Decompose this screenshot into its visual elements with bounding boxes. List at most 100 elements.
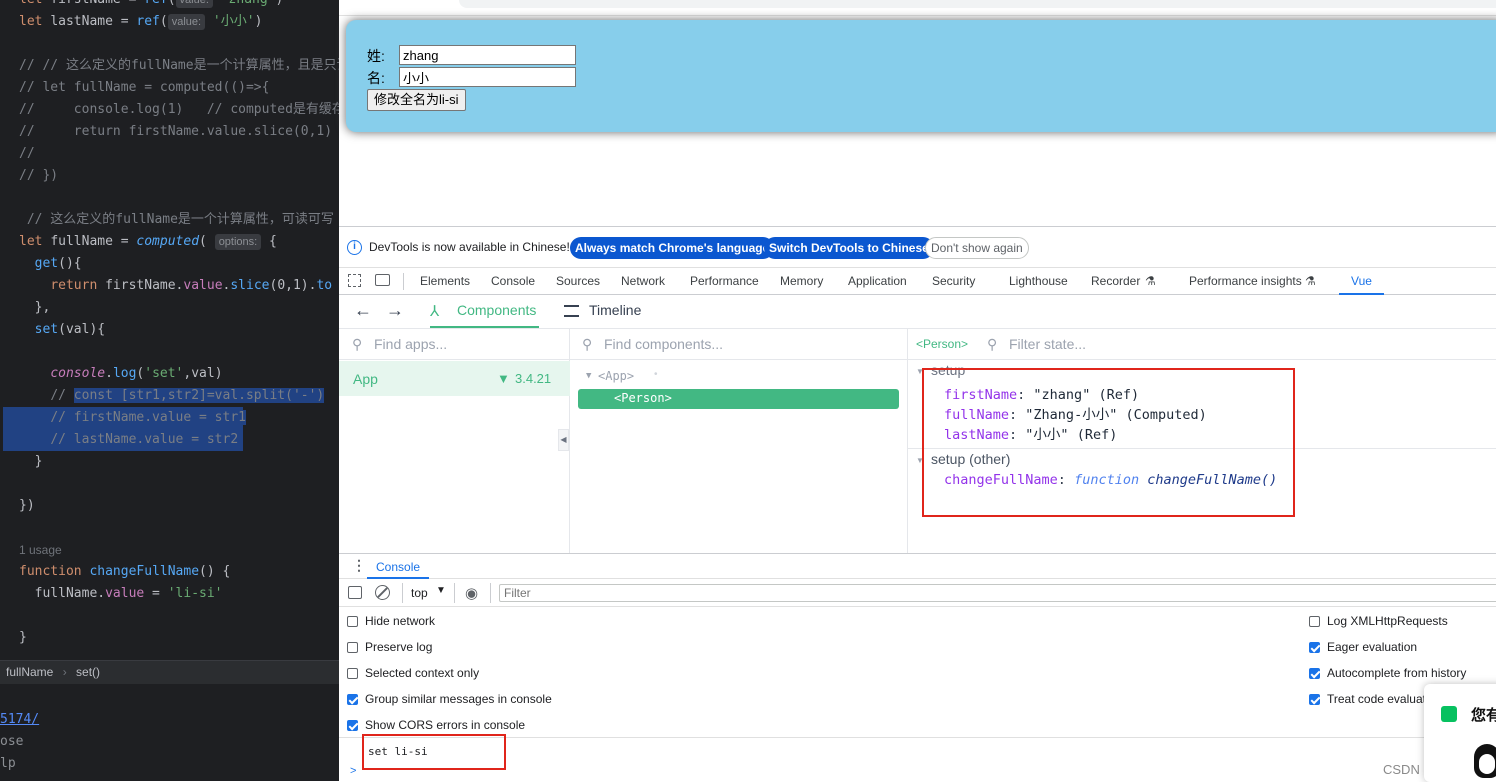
apps-search[interactable]: ⚲ Find apps... bbox=[339, 329, 569, 360]
code-token: let bbox=[19, 234, 51, 249]
tab-vue[interactable]: Vue bbox=[1339, 268, 1384, 295]
code-token: '小小' bbox=[205, 14, 255, 29]
components-tab-underline bbox=[430, 326, 539, 328]
match-language-button[interactable]: Always match Chrome's language bbox=[570, 237, 775, 259]
collapse-triangle-icon[interactable]: ▼ bbox=[586, 371, 591, 381]
tree-node-app[interactable]: <App> bbox=[598, 369, 634, 383]
code-line: // 这么定义的fullName是一个计算属性，可读可写 bbox=[19, 209, 334, 231]
tab-application[interactable]: Application bbox=[848, 268, 907, 295]
checkbox[interactable] bbox=[347, 642, 358, 653]
components-search[interactable]: ⚲ Find components... bbox=[570, 329, 907, 360]
last-name-input[interactable] bbox=[399, 45, 576, 65]
code-token: // }) bbox=[19, 168, 59, 183]
chat-popup[interactable]: 您有 bbox=[1424, 684, 1496, 782]
dont-show-again-button[interactable]: Don't show again bbox=[925, 237, 1029, 259]
tab-timeline[interactable]: Timeline bbox=[589, 302, 641, 318]
code-token bbox=[19, 410, 51, 425]
code-token: . bbox=[105, 366, 113, 381]
inspect-element-icon[interactable] bbox=[348, 274, 361, 287]
code-token: // bbox=[19, 146, 35, 161]
tab-recorder[interactable]: Recorder bbox=[1091, 268, 1140, 295]
breadcrumb-item-set[interactable]: set() bbox=[76, 665, 100, 679]
search-icon: ⚲ bbox=[987, 336, 998, 352]
code-line: } bbox=[19, 627, 27, 649]
forward-arrow-icon[interactable]: → bbox=[386, 300, 404, 321]
tab-security[interactable]: Security bbox=[932, 268, 975, 295]
tree-node-person-selected[interactable]: <Person> bbox=[578, 389, 899, 409]
find-apps-placeholder: Find apps... bbox=[374, 336, 448, 352]
info-icon: i bbox=[347, 240, 362, 255]
code-token: (0,1). bbox=[269, 278, 317, 293]
code-token: fullName. bbox=[19, 586, 106, 601]
console-filter-input[interactable] bbox=[499, 584, 1496, 602]
checkbox[interactable] bbox=[347, 616, 358, 627]
code-token: firstName = bbox=[50, 0, 144, 7]
tab-sources[interactable]: Sources bbox=[556, 268, 600, 295]
filter-state-placeholder: Filter state... bbox=[1009, 336, 1087, 352]
checkbox[interactable] bbox=[1309, 668, 1320, 679]
selected-component-name: <Person> bbox=[916, 337, 969, 351]
tab-components[interactable]: Components bbox=[457, 302, 536, 318]
tab-performance-insights[interactable]: Performance insights bbox=[1189, 268, 1302, 295]
change-fullname-button[interactable]: 修改全名为li-si bbox=[367, 89, 466, 111]
more-options-icon[interactable]: ⋮ bbox=[352, 557, 366, 574]
code-token: // 这么定义的fullName是一个计算属性，可读可写 bbox=[19, 212, 334, 227]
tab-memory[interactable]: Memory bbox=[780, 268, 823, 295]
code-line: } bbox=[19, 451, 43, 473]
code-line: // const [str1,str2]=val.split('-') bbox=[3, 385, 325, 407]
browser-top-strip bbox=[339, 0, 1496, 16]
timeline-icon bbox=[564, 305, 579, 317]
checkbox[interactable] bbox=[347, 668, 358, 679]
toolbar-divider bbox=[490, 583, 491, 603]
code-token: log bbox=[112, 366, 137, 381]
tab-performance[interactable]: Performance bbox=[690, 268, 759, 295]
drawer-tab-console[interactable]: Console bbox=[367, 554, 430, 579]
checkbox[interactable] bbox=[1309, 616, 1320, 627]
eye-icon[interactable]: ◉ bbox=[465, 584, 478, 602]
first-name-input[interactable] bbox=[399, 67, 576, 87]
collapse-pane-icon[interactable]: ◀ bbox=[558, 429, 569, 451]
code-token: fullName = bbox=[50, 234, 137, 249]
device-toolbar-icon[interactable] bbox=[375, 274, 390, 286]
code-editor-panel: let firstName = ref(value: 'zhang')let l… bbox=[0, 0, 339, 781]
switch-to-chinese-button[interactable]: Switch DevTools to Chinese bbox=[764, 237, 934, 259]
code-line: console.log('set',val) bbox=[19, 363, 222, 385]
code-area[interactable]: let firstName = ref(value: 'zhang')let l… bbox=[0, 0, 339, 660]
editor-breadcrumb: fullName › set() bbox=[0, 660, 339, 684]
state-search[interactable]: <Person> ⚲ Filter state... bbox=[908, 329, 1496, 360]
flask-icon: ⚗ bbox=[1145, 274, 1156, 288]
console-prompt-icon[interactable]: > bbox=[350, 765, 356, 777]
checkbox[interactable] bbox=[347, 694, 358, 705]
checkbox[interactable] bbox=[1309, 694, 1320, 705]
code-line: return firstName.value.slice(0,1).to bbox=[19, 275, 332, 297]
breadcrumb-item-fullname[interactable]: fullName bbox=[6, 665, 53, 679]
app-list-item[interactable]: App ▼ 3.4.21 bbox=[339, 361, 570, 396]
app-name: App bbox=[353, 371, 378, 387]
checkbox[interactable] bbox=[1309, 642, 1320, 653]
tab-elements[interactable]: Elements bbox=[420, 268, 470, 295]
back-arrow-icon[interactable]: ← bbox=[354, 300, 372, 321]
tab-console[interactable]: Console bbox=[491, 268, 535, 295]
chevron-down-icon[interactable]: ▼ bbox=[436, 585, 446, 596]
terminal-line: ose bbox=[0, 734, 24, 749]
code-token: ref bbox=[144, 0, 167, 7]
code-token: const [str1,str2]=val.split('-') bbox=[73, 388, 325, 403]
clear-console-icon[interactable] bbox=[375, 585, 390, 600]
code-token: computed bbox=[136, 234, 200, 249]
code-line: let fullName = computed( options: { bbox=[19, 231, 277, 253]
context-selector[interactable]: top bbox=[411, 586, 428, 600]
terminal-link[interactable]: 5174/ bbox=[0, 712, 39, 727]
checkbox[interactable] bbox=[347, 720, 358, 731]
code-token: } bbox=[19, 630, 27, 645]
code-token: // lastName.value = str2 bbox=[50, 432, 239, 447]
code-token: ) bbox=[254, 14, 263, 29]
tab-lighthouse[interactable]: Lighthouse bbox=[1009, 268, 1068, 295]
checkbox-label: Autocomplete from history bbox=[1327, 666, 1467, 680]
checkbox-label: Log XMLHttpRequests bbox=[1327, 614, 1448, 628]
sidebar-toggle-icon[interactable] bbox=[348, 586, 362, 599]
tab-network[interactable]: Network bbox=[621, 268, 665, 295]
devtools-panel: i DevTools is now available in Chinese! … bbox=[339, 226, 1496, 782]
first-name-label: 名: bbox=[367, 70, 385, 86]
